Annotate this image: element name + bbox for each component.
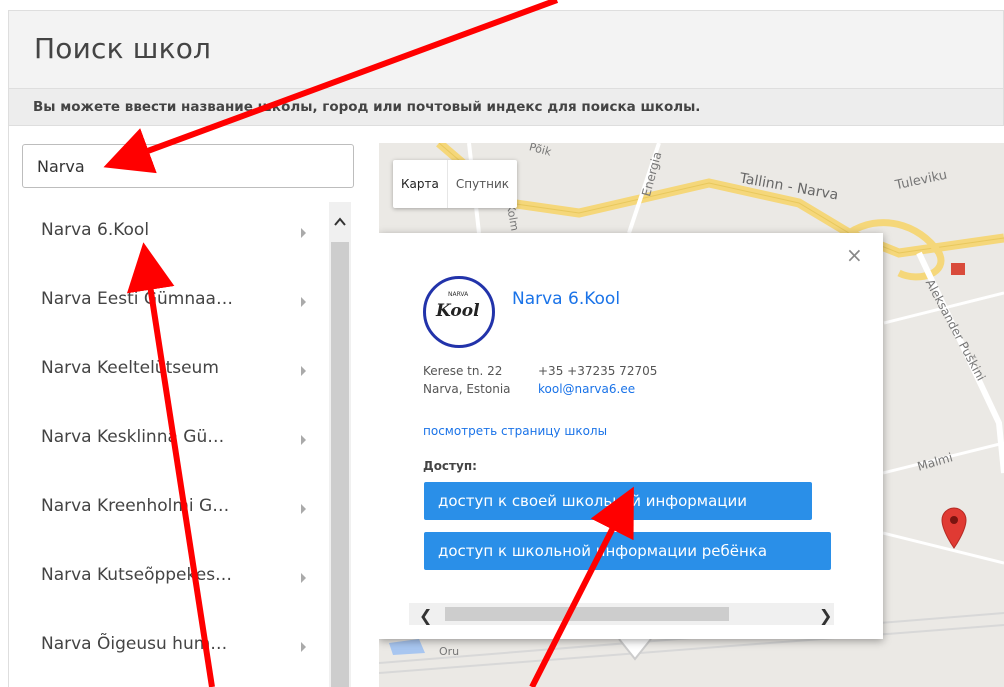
map-type-satellite[interactable]: Спутник bbox=[448, 160, 517, 208]
close-icon[interactable]: × bbox=[846, 243, 863, 267]
school-search-input[interactable] bbox=[22, 144, 354, 188]
scroll-left-icon[interactable]: ❮ bbox=[419, 606, 432, 625]
logo-text: Kool bbox=[436, 301, 480, 321]
school-list-item[interactable]: Narva Õigeusu hum… bbox=[9, 616, 319, 685]
school-email-link[interactable]: kool@narva6.ee bbox=[538, 382, 635, 396]
chevron-right-icon bbox=[301, 504, 306, 514]
chevron-right-icon bbox=[301, 573, 306, 583]
school-list-panel: Narva 6.Kool Narva Eesti Gümnaa… Narva K… bbox=[8, 126, 370, 687]
scroll-up-icon[interactable] bbox=[334, 216, 346, 228]
school-name: Narva Kesklinna Gü… bbox=[41, 427, 225, 447]
scrollbar-thumb[interactable] bbox=[445, 607, 729, 621]
school-logo: NARVA Kool bbox=[423, 276, 495, 348]
school-title-link[interactable]: Narva 6.Kool bbox=[512, 289, 620, 309]
logo-small-text: NARVA bbox=[448, 291, 469, 298]
map-label: Oru bbox=[439, 645, 460, 658]
map-view[interactable]: Tallinn - Narva Tuleviku Aleksander Pušk… bbox=[379, 143, 1004, 687]
scrollbar-thumb[interactable] bbox=[331, 242, 349, 687]
school-name: Narva Eesti Gümnaa… bbox=[41, 289, 233, 309]
school-list-item[interactable]: Narva Kesklinna Gü… bbox=[9, 409, 319, 478]
school-list-item[interactable]: Narva Eesti Gümnaa… bbox=[9, 271, 319, 340]
school-phone: +35 +37235 72705 bbox=[538, 364, 658, 378]
chevron-right-icon bbox=[301, 435, 306, 445]
map-type-control: Карта Спутник bbox=[393, 160, 518, 208]
school-list-item[interactable]: Narva 6.Kool bbox=[9, 202, 319, 271]
school-address-line1: Kerese tn. 22 bbox=[423, 364, 503, 378]
map-marker-icon[interactable] bbox=[940, 505, 968, 549]
chevron-right-icon bbox=[301, 228, 306, 238]
list-scrollbar[interactable] bbox=[329, 202, 351, 687]
school-list-item[interactable]: Narva Keeltelütseum bbox=[9, 340, 319, 409]
school-list: Narva 6.Kool Narva Eesti Gümnaa… Narva K… bbox=[9, 202, 319, 685]
school-address-line2: Narva, Estonia bbox=[423, 382, 511, 396]
school-name: Narva 6.Kool bbox=[41, 220, 150, 240]
access-label: Доступ: bbox=[423, 459, 477, 473]
school-name: Narva Kreenholmi G… bbox=[41, 496, 230, 516]
search-hint-bar: Вы можете ввести название школы, город и… bbox=[8, 88, 1004, 126]
school-name: Narva Kutseõppekes… bbox=[41, 565, 233, 585]
page-header: Поиск школ bbox=[8, 10, 1004, 88]
popup-horizontal-scrollbar[interactable]: ❮ ❯ bbox=[409, 603, 834, 625]
school-list-item[interactable]: Narva Kutseõppekes… bbox=[9, 547, 319, 616]
school-list-item[interactable]: Narva Kreenholmi G… bbox=[9, 478, 319, 547]
search-hint: Вы можете ввести название школы, город и… bbox=[33, 99, 701, 115]
child-school-info-button[interactable]: доступ к школьной информации ребёнка bbox=[424, 532, 831, 570]
school-page-link[interactable]: посмотреть страницу школы bbox=[423, 424, 607, 438]
school-name: Narva Õigeusu hum… bbox=[41, 634, 228, 654]
chevron-right-icon bbox=[301, 297, 306, 307]
map-type-map[interactable]: Карта bbox=[393, 160, 447, 208]
chevron-right-icon bbox=[301, 642, 306, 652]
own-school-info-button[interactable]: доступ к своей школьной информации bbox=[424, 482, 812, 520]
page-title: Поиск школ bbox=[34, 32, 212, 65]
chevron-right-icon bbox=[301, 366, 306, 376]
top-strip bbox=[0, 0, 1004, 10]
school-info-window: × NARVA Kool Narva 6.Kool Kerese tn. 22 … bbox=[379, 233, 883, 639]
scroll-right-icon[interactable]: ❯ bbox=[819, 606, 832, 625]
school-name: Narva Keeltelütseum bbox=[41, 358, 219, 378]
